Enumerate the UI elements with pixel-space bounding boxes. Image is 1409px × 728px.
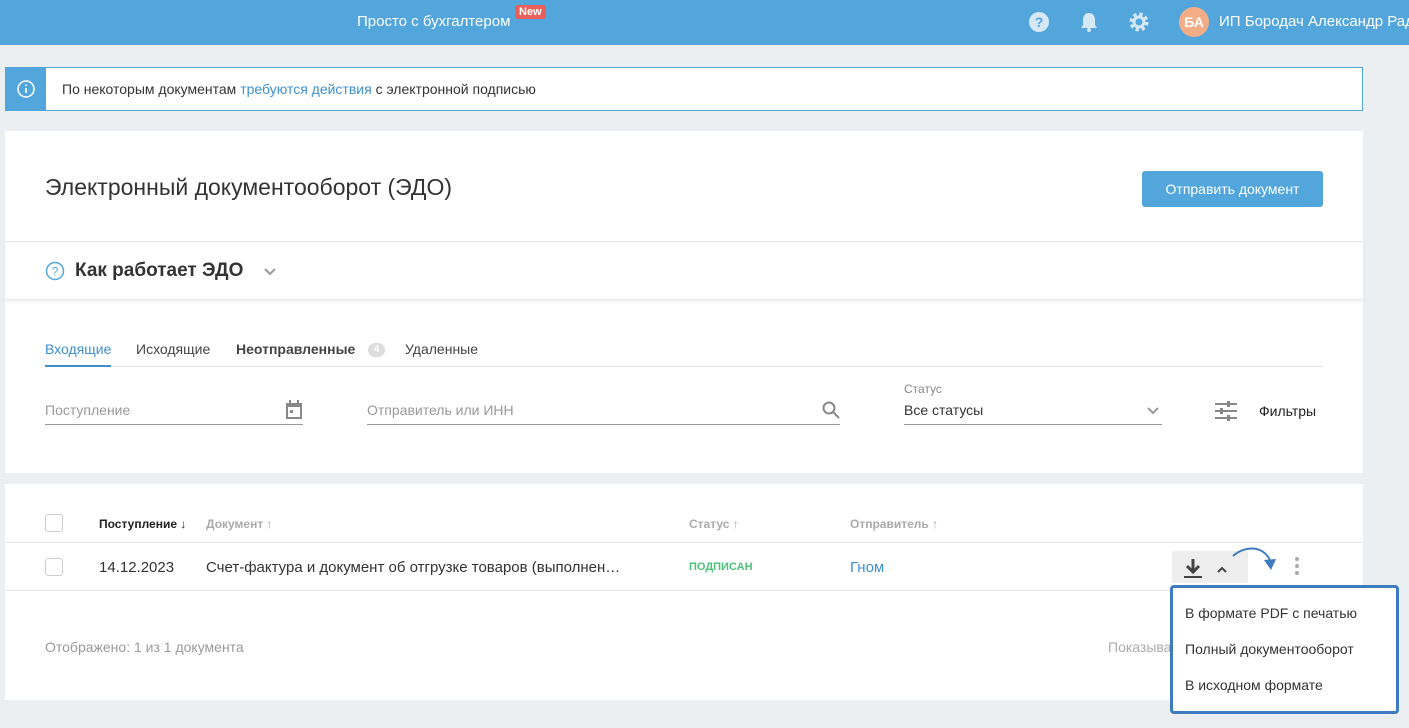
select-all-checkbox[interactable] [45,514,63,532]
question-icon: ? [45,261,65,284]
calendar-icon[interactable] [285,400,303,423]
menu-item-original-format[interactable]: В исходном формате [1185,677,1323,693]
info-icon [6,68,46,110]
chevron-down-icon[interactable] [263,264,277,281]
unsent-count-badge: 4 [368,343,385,357]
top-bar: Просто с бухгалтером New ? БА ИП Бородач… [0,0,1409,45]
help-icon[interactable]: ? [1028,11,1050,33]
gear-icon[interactable] [1128,11,1150,33]
row-document[interactable]: Счет-фактура и документ об отгрузке това… [206,559,620,576]
status-filter-label: Статус [904,382,942,396]
arrow-annotation-icon [1231,543,1283,586]
user-name[interactable]: ИП Бородач Александр Радикович [1219,13,1409,30]
row-date: 14.12.2023 [99,559,175,576]
notice-banner: По некоторым документам требуются действ… [5,67,1363,111]
svg-text:?: ? [52,265,59,279]
row-checkbox[interactable] [45,558,63,576]
bell-icon[interactable] [1078,11,1100,33]
edo-card: Электронный документооборот (ЭДО) Отправ… [5,131,1363,473]
chevron-down-icon [1146,404,1160,421]
notice-text: По некоторым документам [62,81,241,97]
menu-item-full-workflow[interactable]: Полный документооборот [1185,641,1354,657]
tab-incoming[interactable]: Входящие [45,341,112,367]
notice-text-suffix: с электронной подписью [371,81,536,97]
search-icon[interactable] [822,401,840,422]
row-sender-link[interactable]: Гном [850,559,884,576]
sender-placeholder: Отправитель или ИНН [367,402,514,418]
how-it-works-section[interactable]: ? Как работает ЭДО [5,241,1363,300]
tabs: Входящие Исходящие Неотправленные 4 Удал… [45,341,1323,367]
how-it-works-title: Как работает ЭДО [75,260,244,281]
svg-text:?: ? [1035,14,1044,30]
sender-search-input[interactable]: Отправитель или ИНН [367,395,840,425]
download-menu: В формате PDF с печатью Полный документо… [1170,585,1399,714]
status-select[interactable]: Все статусы [904,395,1162,425]
table-row[interactable]: 14.12.2023 Счет-фактура и документ об от… [5,542,1363,591]
required-actions-link[interactable]: требуются действия [240,81,371,97]
chevron-up-icon[interactable] [1216,561,1228,577]
brand-link[interactable]: Просто с бухгалтером [357,13,510,30]
tab-unsent[interactable]: Неотправленные [236,341,355,357]
tab-outgoing[interactable]: Исходящие [136,341,210,357]
date-filter-input[interactable]: Поступление [45,395,303,425]
column-header-document[interactable]: Документ ↑ [206,517,273,531]
page-title: Электронный документооборот (ЭДО) [45,174,453,200]
filter-sliders-icon[interactable] [1215,401,1237,424]
documents-table: Поступление ↓ Документ ↑ Статус ↑ Отправ… [5,484,1363,700]
column-header-date[interactable]: Поступление ↓ [99,517,186,531]
tab-deleted[interactable]: Удаленные [405,341,478,357]
menu-item-pdf-with-stamp[interactable]: В формате PDF с печатью [1185,605,1357,621]
avatar[interactable]: БА [1179,7,1209,37]
column-header-status[interactable]: Статус ↑ [689,517,739,531]
more-options-icon[interactable] [1294,556,1300,579]
status-badge: ПОДПИСАН [689,561,753,573]
filters-button[interactable]: Фильтры [1259,403,1316,419]
column-header-sender[interactable]: Отправитель ↑ [850,517,938,531]
displayed-count: Отображено: 1 из 1 документа [45,639,244,655]
new-badge: New [515,5,546,19]
send-document-button[interactable]: Отправить документ [1142,171,1323,207]
status-select-value: Все статусы [904,402,984,418]
download-icon[interactable] [1182,557,1204,582]
date-placeholder: Поступление [45,402,131,418]
